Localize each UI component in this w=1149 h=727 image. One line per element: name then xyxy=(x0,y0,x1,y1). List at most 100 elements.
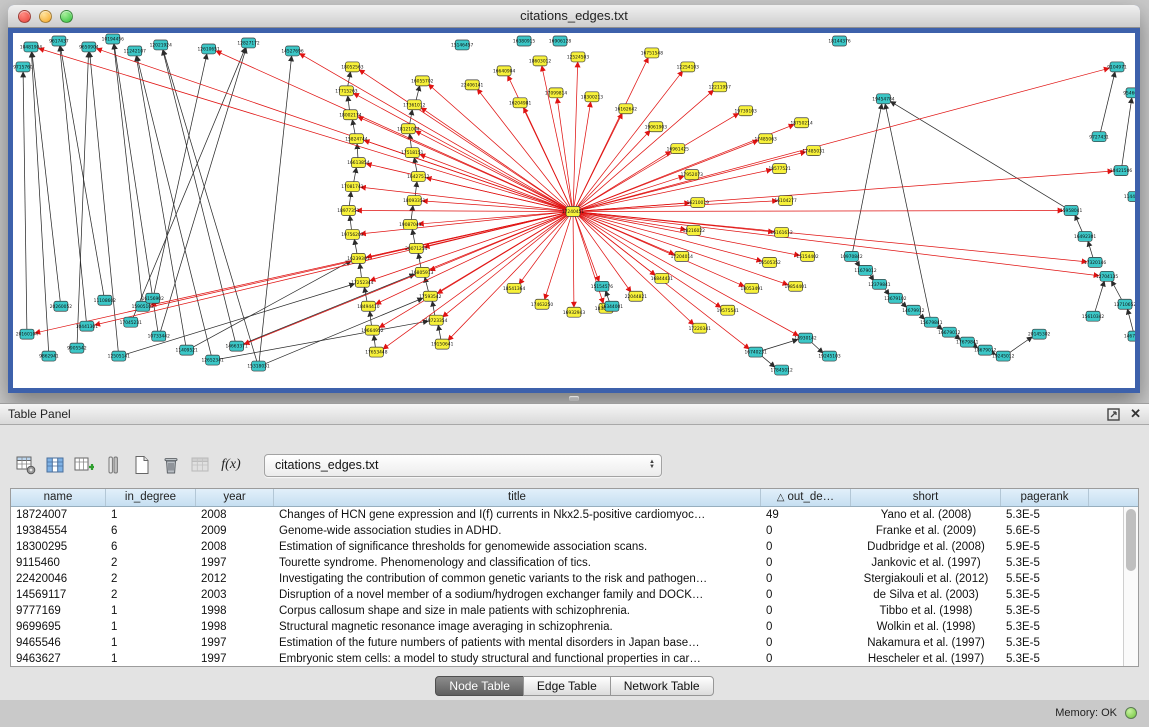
column-header-short[interactable]: short xyxy=(851,489,1001,506)
graph-edge[interactable] xyxy=(557,98,572,208)
graph-node[interactable]: 15154576 xyxy=(591,281,613,291)
graph-node[interactable]: 17204014 xyxy=(671,251,693,261)
graph-node[interactable]: 9715760 xyxy=(13,62,33,72)
graph-node[interactable]: 22406141 xyxy=(461,80,483,90)
graph-node[interactable]: 17099814 xyxy=(545,88,567,98)
column-header-title[interactable]: title xyxy=(274,489,761,506)
table-row[interactable]: 2242004622012Investigating the contribut… xyxy=(11,571,1138,587)
graph-edge[interactable] xyxy=(90,52,119,352)
graph-edge[interactable] xyxy=(360,263,362,278)
graph-node[interactable]: 17518151 xyxy=(401,148,423,158)
table-row[interactable]: 1938455462009Genome-wide association stu… xyxy=(11,523,1138,539)
graph-edge[interactable] xyxy=(32,52,60,302)
graph-edge[interactable] xyxy=(114,44,143,302)
graph-node[interactable]: 16427512 xyxy=(407,172,429,182)
graph-node[interactable]: 18300213 xyxy=(581,92,603,102)
graph-node[interactable]: 12652341 xyxy=(201,355,223,365)
graph-edge[interactable] xyxy=(154,54,207,295)
table-row[interactable]: 1872400712008Changes of HCN gene express… xyxy=(11,507,1138,523)
graph-node[interactable]: 12254103 xyxy=(677,62,699,72)
graph-edge[interactable] xyxy=(163,50,236,342)
graph-node[interactable]: 19454784 xyxy=(872,94,894,104)
graph-node[interactable]: 12827172 xyxy=(237,38,259,48)
graph-edge[interactable] xyxy=(1122,98,1132,167)
graph-edge[interactable] xyxy=(578,212,1099,276)
zoom-window-button[interactable] xyxy=(60,10,73,23)
graph-node[interactable]: 17952073 xyxy=(681,170,703,180)
graph-node[interactable]: 19756203 xyxy=(341,229,363,239)
graph-node[interactable]: 20260052 xyxy=(50,301,72,311)
column-header-in-degree[interactable]: in_degree xyxy=(106,489,196,506)
graph-node[interactable]: 16613854 xyxy=(347,158,369,168)
graph-node[interactable]: 17081741 xyxy=(341,182,363,192)
graph-node[interactable]: 19150641 xyxy=(431,339,453,349)
graph-edge[interactable] xyxy=(420,154,569,210)
graph-edge[interactable] xyxy=(350,215,352,230)
graph-node[interactable]: 18002174 xyxy=(339,110,361,120)
graph-edge[interactable] xyxy=(578,211,1063,212)
graph-node[interactable]: 16204981 xyxy=(509,98,531,108)
graph-node[interactable]: 17320146 xyxy=(1084,257,1106,267)
graph-node[interactable]: 16505352 xyxy=(759,257,781,267)
graph-edge[interactable] xyxy=(606,291,610,303)
graph-node[interactable]: 9905542 xyxy=(67,343,87,353)
network-graph-canvas[interactable]: 1724045118052563177152631800217415824744… xyxy=(13,33,1135,388)
column-header-out-degree[interactable]: △out_de… xyxy=(761,489,851,506)
split-pane-grip[interactable] xyxy=(569,396,579,401)
table-row[interactable]: 1456911722003Disruption of a novel membe… xyxy=(11,587,1138,603)
graph-node[interactable]: 15610342 xyxy=(1082,311,1104,321)
import-table-button[interactable] xyxy=(188,453,212,477)
graph-node[interactable]: 16640904 xyxy=(493,66,515,76)
graph-edge[interactable] xyxy=(410,134,412,149)
graph-edge[interactable] xyxy=(60,46,104,296)
graph-node[interactable]: 16932943 xyxy=(563,307,585,317)
close-panel-icon[interactable]: ✕ xyxy=(1130,406,1141,422)
close-window-button[interactable] xyxy=(18,10,31,23)
new-file-button[interactable] xyxy=(130,453,154,477)
table-row[interactable]: 946554611997Estimation of the future num… xyxy=(11,635,1138,651)
graph-edge[interactable] xyxy=(573,215,574,307)
table-settings-button[interactable] xyxy=(14,453,38,477)
graph-node[interactable]: 11445203 xyxy=(1124,192,1135,202)
graph-node[interactable]: 11679012 xyxy=(854,265,876,275)
graph-node[interactable]: 18577521 xyxy=(768,164,790,174)
graph-node[interactable]: 16492301 xyxy=(1074,231,1096,241)
table-row[interactable]: 946362711997Embryonic stem cells: a mode… xyxy=(11,651,1138,667)
graph-edge[interactable] xyxy=(39,48,569,210)
graph-edge[interactable] xyxy=(163,50,257,363)
graph-edge[interactable] xyxy=(218,321,429,359)
graph-node[interactable]: 9104971 xyxy=(1107,62,1127,72)
graph-node[interactable]: 12704135 xyxy=(1096,271,1118,281)
graph-edge[interactable] xyxy=(263,298,423,364)
graph-node[interactable]: 17463250 xyxy=(531,299,553,309)
graph-node[interactable]: 15146457 xyxy=(451,40,473,50)
graph-edge[interactable] xyxy=(760,339,797,351)
graph-node[interactable]: 10970842 xyxy=(840,251,862,261)
graph-edge[interactable] xyxy=(360,212,568,234)
graph-node[interactable]: 9727431 xyxy=(1089,132,1109,142)
graph-edge[interactable] xyxy=(1088,241,1093,259)
graph-node[interactable]: 15318031 xyxy=(247,361,269,371)
graph-node[interactable]: 16740231 xyxy=(745,347,767,357)
graph-edge[interactable] xyxy=(414,158,417,173)
graph-node[interactable]: 9862941 xyxy=(39,351,59,361)
graph-node[interactable]: 16162642 xyxy=(615,104,637,114)
graph-edge[interactable] xyxy=(133,48,246,319)
graph-node[interactable]: 16344001 xyxy=(601,301,623,311)
table-row[interactable]: 977716911998Corpus callosum shape and si… xyxy=(11,603,1138,619)
graph-edge[interactable] xyxy=(23,72,27,330)
minimize-window-button[interactable] xyxy=(39,10,52,23)
graph-edge[interactable] xyxy=(437,214,569,294)
graph-node[interactable]: 18494410 xyxy=(357,301,379,311)
graph-edge[interactable] xyxy=(442,214,569,317)
graph-node[interactable]: 16380915 xyxy=(513,36,535,46)
table-row[interactable]: 1830029562008Estimation of significance … xyxy=(11,539,1138,555)
tab-network-table[interactable]: Network Table xyxy=(610,676,714,696)
graph-edge[interactable] xyxy=(578,68,1109,210)
graph-edge[interactable] xyxy=(31,52,48,352)
graph-edge[interactable] xyxy=(890,101,1067,208)
graph-node[interactable]: 12379841 xyxy=(868,279,890,289)
graph-node[interactable]: 18679012 xyxy=(974,345,996,355)
graph-edge[interactable] xyxy=(428,84,569,209)
graph-edge[interactable] xyxy=(576,130,650,208)
